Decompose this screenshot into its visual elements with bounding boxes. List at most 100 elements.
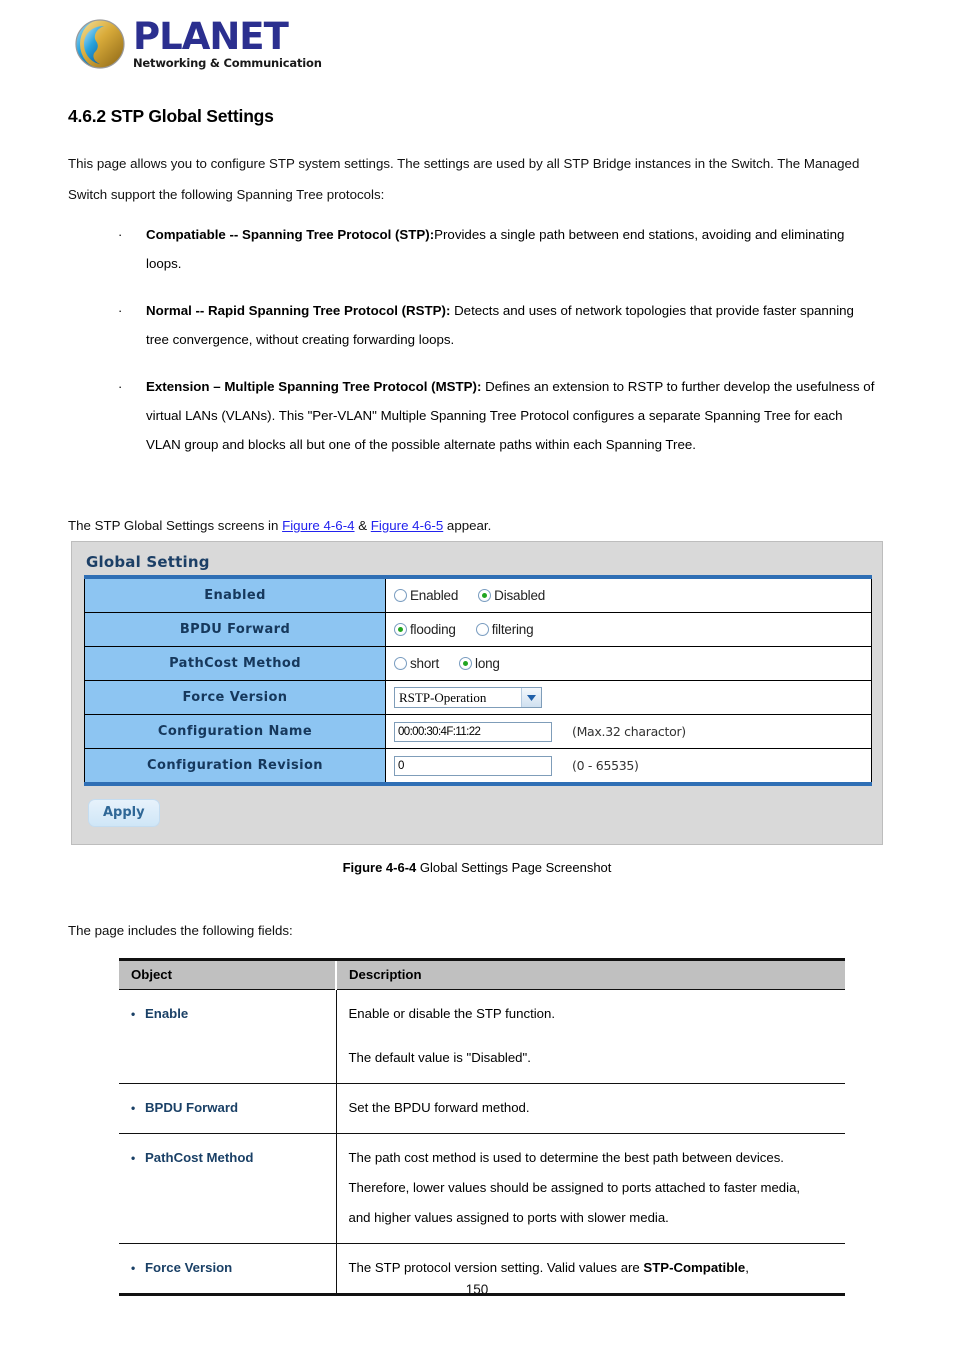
configuration-revision-input[interactable]: 0 [394, 755, 552, 776]
figure-4-6-4-link[interactable]: Figure 4-6-4 [282, 518, 354, 533]
description-cell-bpdu-forward: Set the BPDU forward method. [336, 1083, 845, 1134]
row-label-bpdu-forward: BPDU Forward [84, 612, 386, 647]
apply-button[interactable]: Apply [88, 799, 160, 827]
radio-label: long [475, 656, 500, 671]
radio-icon[interactable] [394, 589, 407, 602]
radio-label: Enabled [410, 588, 459, 603]
description-line: Set the BPDU forward method. [348, 1100, 530, 1115]
table-row: • PathCost Method The path cost method is… [119, 1133, 845, 1244]
row-field-force-version: RSTP-Operation [385, 680, 872, 715]
brand-logo: PLANET Networking & Communication [74, 18, 322, 70]
radio-icon[interactable] [475, 623, 489, 636]
row-label-force-version: Force Version [84, 680, 386, 715]
chevron-down-icon[interactable] [521, 688, 541, 707]
table-header-row: Object Description [119, 958, 845, 990]
list-item: · Normal -- Rapid Spanning Tree Protocol… [110, 296, 880, 354]
bullet-marker: • [131, 1151, 136, 1165]
description-line: The default value is "Disabled". [348, 1050, 531, 1065]
form-row-configuration-name: Configuration Name 00:00:30:4F:11:22 (Ma… [84, 714, 872, 749]
force-version-select[interactable]: RSTP-Operation [394, 687, 542, 708]
radio-icon[interactable] [459, 657, 473, 670]
description-line-spacer [349, 1029, 836, 1043]
brand-tagline: Networking & Communication [133, 56, 322, 71]
radio-label: flooding [410, 622, 456, 637]
row-field-enabled: Enabled Disabled [385, 576, 872, 613]
bullet-marker: • [131, 1101, 136, 1115]
intro-paragraph: This page allows you to configure STP sy… [68, 156, 860, 202]
object-label: PathCost Method [145, 1150, 254, 1165]
object-label: Force Version [145, 1260, 233, 1275]
figure-caption: Figure 4-6-4 Global Settings Page Screen… [0, 860, 954, 875]
bullet-marker: • [131, 1261, 136, 1275]
embedded-screenshot: Global Setting Enabled Enabled Disabled … [71, 541, 883, 845]
figref-prefix: The STP Global Settings screens in [68, 518, 283, 533]
list-item: · Compatiable -- Spanning Tree Protocol … [110, 220, 880, 278]
fields-description-table: Object Description • Enable Enable or dis… [119, 958, 845, 1296]
figref-conjunction: & [354, 518, 371, 533]
row-field-configuration-name: 00:00:30:4F:11:22 (Max.32 charactor) [385, 714, 872, 749]
column-header-description: Description [336, 958, 845, 990]
form-row-pathcost-method: PathCost Method short long [84, 646, 872, 681]
page-title: 4.6.2 STP Global Settings [68, 106, 274, 126]
row-field-pathcost-method: short long [385, 646, 872, 681]
global-setting-form: Enabled Enabled Disabled BPDU Forward fl… [84, 575, 872, 786]
radio-bpdu-flooding[interactable]: flooding [394, 622, 456, 637]
row-label-pathcost-method: PathCost Method [84, 646, 386, 681]
description-line: and higher values assigned to ports with… [348, 1210, 669, 1225]
document-page: PLANET Networking & Communication 4.6.2 … [0, 0, 954, 1350]
list-item: · Extension – Multiple Spanning Tree Pro… [110, 372, 880, 459]
row-field-configuration-revision: 0 (0 - 65535) [385, 748, 872, 785]
description-cell-pathcost-method: The path cost method is used to determin… [336, 1133, 845, 1244]
list-item-title: Compatiable -- Spanning Tree Protocol (S… [146, 227, 435, 242]
list-item-title: Normal -- Rapid Spanning Tree Protocol (… [146, 303, 451, 318]
panel-title: Global Setting [86, 553, 210, 571]
radio-label: filtering [491, 622, 534, 637]
figref-suffix: appear. [443, 518, 492, 533]
configuration-name-input[interactable]: 00:00:30:4F:11:22 [394, 721, 552, 742]
radio-enabled-off[interactable]: Disabled [478, 588, 545, 603]
figure-caption-label: Figure 4-6-4 [342, 860, 417, 875]
page-number: 150 [465, 1282, 489, 1297]
table-row: • Enable Enable or disable the STP functi… [119, 989, 845, 1084]
apply-button-container: Apply [88, 799, 872, 827]
protocol-list: · Compatiable -- Spanning Tree Protocol … [110, 220, 880, 477]
bullet-marker: · [118, 379, 123, 394]
description-line: The path cost method is used to determin… [348, 1150, 784, 1165]
row-label-enabled: Enabled [84, 576, 386, 613]
figure-reference-paragraph: The STP Global Settings screens in Figur… [68, 510, 878, 541]
form-row-force-version: Force Version RSTP-Operation [84, 680, 872, 715]
form-row-bpdu-forward: BPDU Forward flooding filtering [84, 612, 872, 647]
figure-4-6-5-link[interactable]: Figure 4-6-5 [371, 518, 443, 533]
object-label: Enable [145, 1006, 189, 1021]
figure-caption-text: Global Settings Page Screenshot [416, 860, 612, 875]
list-item-title: Extension – Multiple Spanning Tree Proto… [146, 379, 482, 394]
object-cell-enable: • Enable [119, 989, 337, 1084]
description-line: Therefore, lower values should be assign… [348, 1180, 801, 1195]
description-cell-enable: Enable or disable the STP function. The … [336, 989, 845, 1084]
force-version-value: RSTP-Operation [399, 689, 487, 705]
column-header-object: Object [119, 958, 337, 990]
bullet-marker: • [131, 1007, 136, 1021]
form-row-enabled: Enabled Enabled Disabled [84, 576, 872, 613]
table-row: • BPDU Forward Set the BPDU forward metho… [119, 1083, 845, 1134]
radio-icon[interactable] [394, 623, 407, 636]
object-cell-pathcost-method: • PathCost Method [119, 1133, 337, 1244]
bullet-marker: · [118, 227, 123, 242]
description-line: Enable or disable the STP function. [348, 1006, 556, 1021]
radio-pathcost-short[interactable]: short [394, 656, 439, 671]
radio-enabled-on[interactable]: Enabled [394, 588, 458, 603]
brand-name: PLANET [133, 15, 289, 59]
configuration-revision-hint: (0 - 65535) [572, 758, 639, 773]
object-label: BPDU Forward [145, 1100, 239, 1115]
radio-pathcost-long[interactable]: long [459, 656, 500, 671]
fields-intro-paragraph: The page includes the following fields: [68, 923, 293, 938]
row-label-configuration-revision: Configuration Revision [84, 748, 386, 785]
row-label-configuration-name: Configuration Name [84, 714, 386, 749]
radio-icon[interactable] [394, 657, 407, 670]
object-cell-bpdu-forward: • BPDU Forward [119, 1083, 337, 1134]
radio-label: Disabled [494, 588, 546, 603]
row-field-bpdu-forward: flooding filtering [385, 612, 872, 647]
radio-icon[interactable] [478, 589, 492, 602]
radio-bpdu-filtering[interactable]: filtering [475, 622, 534, 637]
description-line: The STP protocol version setting. Valid … [348, 1260, 749, 1275]
